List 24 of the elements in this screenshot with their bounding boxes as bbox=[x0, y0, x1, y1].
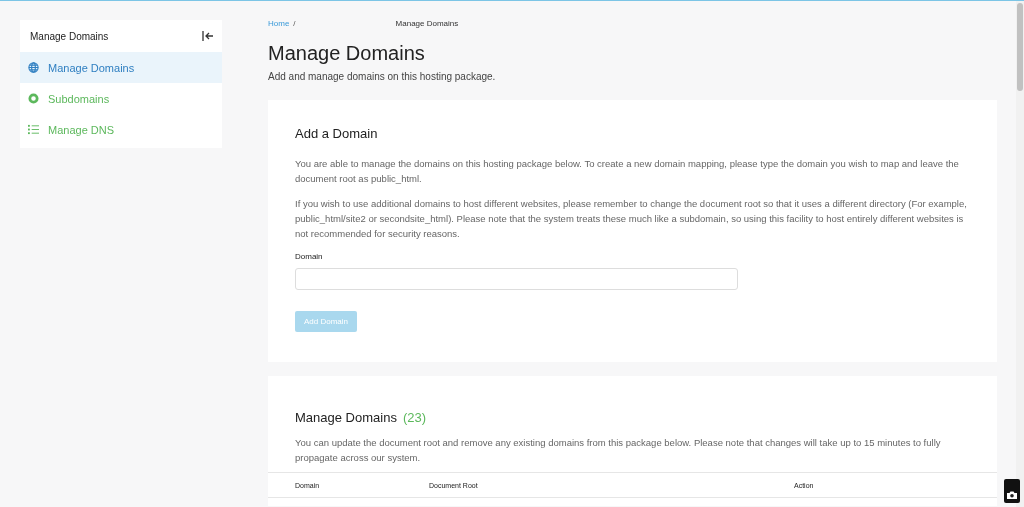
section-title: Manage Domains bbox=[295, 410, 397, 425]
scrollbar[interactable] bbox=[1016, 1, 1024, 507]
domain-count: (23) bbox=[402, 410, 426, 425]
breadcrumb-separator: / bbox=[293, 19, 296, 28]
camera-icon bbox=[1007, 491, 1017, 499]
list-icon bbox=[28, 124, 39, 135]
page-title: Manage Domains bbox=[268, 42, 426, 65]
sidebar-item[interactable]: Manage Domains bbox=[20, 52, 222, 83]
section-title: Add a Domain bbox=[295, 126, 379, 141]
domain-input[interactable] bbox=[295, 268, 738, 290]
sidebar-item[interactable]: Subdomains bbox=[20, 83, 222, 114]
description-text: If you wish to use additional domains to host different websites, please remember to change the document root so that it uses a different directory (For example, public_html/site2 or secondsite_html). Please note that the system treats these much like a subdomain, so using this facility to host entirely different websites is not recommended for security reasons. bbox=[295, 197, 968, 241]
breadcrumb-current: Manage Domains bbox=[395, 19, 459, 28]
sidebar-item[interactable]: Manage DNS bbox=[20, 114, 222, 145]
page-subtitle: Add and manage domains on this hosting package. bbox=[268, 71, 497, 82]
camera-button[interactable] bbox=[1004, 479, 1020, 503]
circle-icon bbox=[28, 93, 39, 104]
collapse-icon[interactable] bbox=[202, 31, 214, 41]
globe-icon bbox=[28, 62, 39, 73]
field-label: Domain bbox=[295, 252, 324, 261]
sidebar-title: Manage Domains bbox=[30, 30, 109, 42]
description-text: You can update the document root and remove any existing domains from this package below. Please note that changes will take up to 15 minutes to fully propagate across our system. bbox=[294, 436, 942, 465]
breadcrumb-link[interactable]: Home bbox=[268, 19, 290, 28]
description-text: You are able to manage the domains on this hosting package below. To create a new domain mapping, please type the domain you wish to map and leave the document root as public_html. bbox=[295, 157, 960, 186]
